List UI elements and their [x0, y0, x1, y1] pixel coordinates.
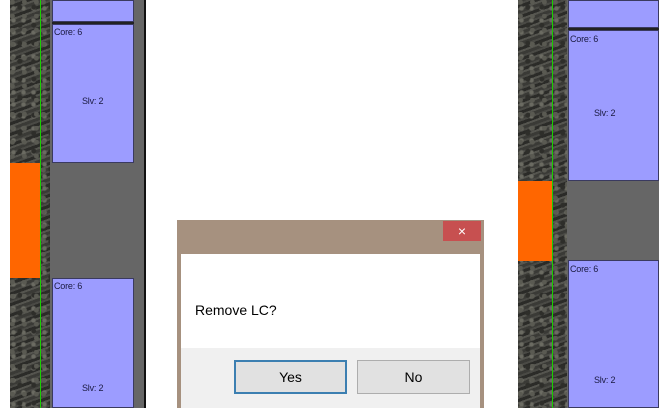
dialog-left-border: [177, 254, 181, 408]
dialog-body: Remove LC?: [181, 254, 480, 348]
core-label: Core: 6: [54, 281, 83, 291]
right-rock-column-2: [553, 0, 567, 408]
slv-label: Slv: 2: [82, 96, 104, 106]
yes-button[interactable]: Yes: [234, 360, 347, 394]
right-orange-marker[interactable]: [518, 181, 552, 261]
core-label: Core: 6: [570, 264, 599, 274]
right-core-box-2[interactable]: Core: 6 Slv: 2: [568, 260, 659, 408]
slv-label: Slv: 2: [594, 375, 616, 385]
dialog-title-bar[interactable]: [177, 220, 484, 254]
left-core-box-1[interactable]: Core: 6 Slv: 2: [52, 24, 134, 163]
close-glyph: ×: [457, 223, 467, 239]
left-rock-column-2: [41, 0, 50, 408]
left-core-box-2[interactable]: Core: 6 Slv: 2: [52, 278, 134, 408]
dialog-message: Remove LC?: [195, 302, 277, 318]
left-top-core-box[interactable]: [52, 0, 134, 22]
no-button[interactable]: No: [357, 360, 470, 394]
core-label: Core: 6: [54, 27, 83, 37]
right-top-core-box[interactable]: [568, 0, 659, 28]
dialog-right-border: [480, 254, 484, 408]
right-core-box-1[interactable]: Core: 6 Slv: 2: [568, 30, 659, 181]
left-panel-border: [144, 0, 146, 408]
confirm-dialog: × Remove LC? Yes No: [177, 220, 484, 408]
slv-label: Slv: 2: [594, 108, 616, 118]
left-orange-marker[interactable]: [10, 163, 40, 278]
slv-label: Slv: 2: [82, 383, 104, 393]
close-icon[interactable]: ×: [443, 221, 481, 241]
core-label: Core: 6: [570, 34, 599, 44]
dialog-button-bar: Yes No: [181, 348, 480, 408]
